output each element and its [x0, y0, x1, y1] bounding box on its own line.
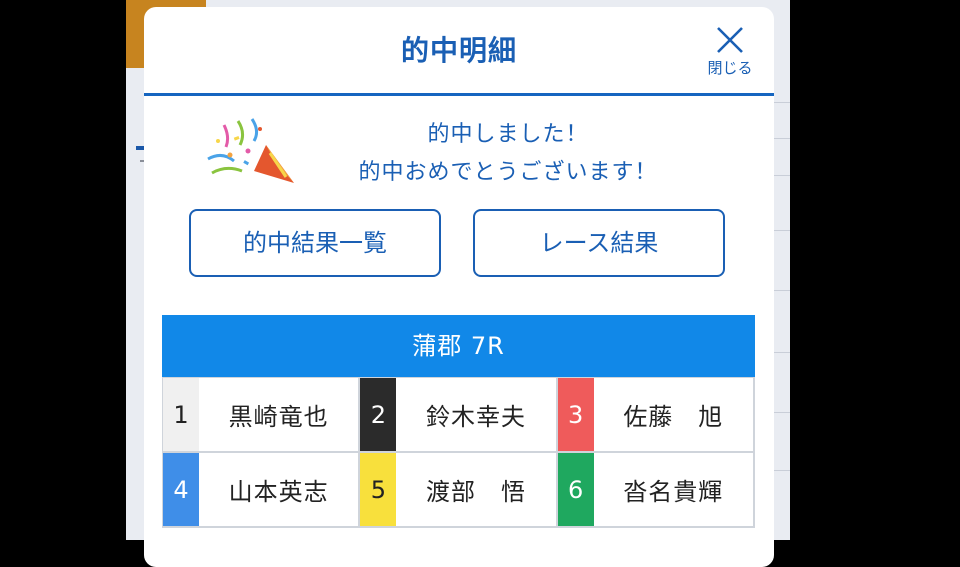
racer-name: 鈴木幸夫 — [425, 403, 526, 431]
racer-number-badge: 2 — [360, 378, 397, 451]
racer-cell: 2 鈴木幸夫 — [360, 378, 558, 453]
racer-name: 沓名貴輝 — [623, 478, 724, 506]
party-popper-icon — [207, 118, 294, 183]
racer-name: 黒崎竜也 — [228, 403, 329, 431]
close-icon — [717, 27, 743, 53]
racer-number-badge: 5 — [360, 453, 397, 526]
race-title: 蒲郡 7R — [162, 315, 755, 377]
racer-number-badge: 4 — [163, 453, 199, 526]
hit-details-modal: 的中明細 閉じる 的中しました！ 的中おめでとうございます！ 的中結果一覧 レー… — [144, 7, 774, 567]
racer-cell: 1 黒崎竜也 — [163, 378, 361, 453]
close-label: 閉じる — [707, 59, 753, 77]
close-button[interactable]: 閉じる — [700, 21, 760, 81]
racer-number-badge: 3 — [557, 378, 594, 451]
racer-grid: 1 黒崎竜也 2 鈴木幸夫 3 佐藤 旭 4 山本英志 5 渡部 悟 6 沓名貴輝 — [162, 377, 755, 528]
racer-name: 渡部 悟 — [425, 478, 526, 506]
hit-results-list-button[interactable]: 的中結果一覧 — [189, 209, 441, 277]
racer-name: 山本英志 — [228, 478, 329, 506]
congrats-line-1: 的中しました！ — [427, 122, 589, 147]
racer-number-badge: 6 — [557, 453, 594, 526]
race-results-button[interactable]: レース結果 — [473, 209, 725, 277]
racer-name: 佐藤 旭 — [623, 403, 724, 431]
racer-cell: 6 沓名貴輝 — [557, 453, 755, 528]
modal-header: 的中明細 閉じる — [144, 7, 774, 96]
racer-cell: 5 渡部 悟 — [360, 453, 558, 528]
modal-title: 的中明細 — [400, 34, 517, 67]
racer-number-badge: 1 — [163, 378, 199, 451]
background-dividers — [772, 0, 790, 540]
racer-cell: 3 佐藤 旭 — [557, 378, 755, 453]
race-card: 蒲郡 7R 1 黒崎竜也 2 鈴木幸夫 3 佐藤 旭 4 山本英志 5 渡部 悟 6 沓名貴輝 — [162, 315, 755, 528]
congrats-line-2: 的中おめでとうございます！ — [358, 160, 658, 185]
racer-cell: 4 山本英志 — [163, 453, 361, 528]
